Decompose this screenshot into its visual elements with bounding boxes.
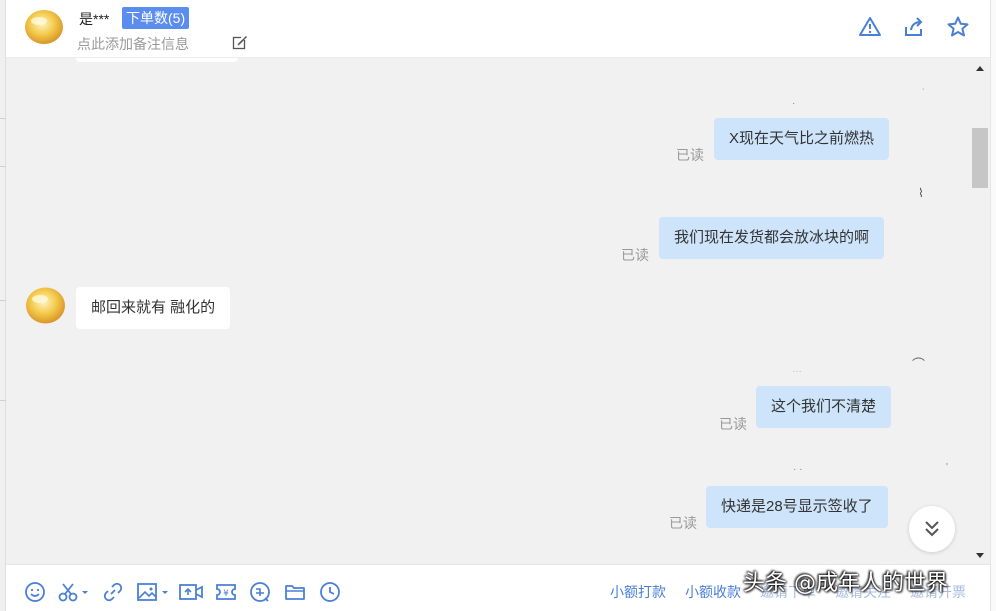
previous-message-bubble — [76, 58, 238, 62]
read-status: 已读 — [669, 515, 697, 531]
emoji-icon[interactable] — [24, 581, 46, 603]
scissors-icon[interactable] — [58, 581, 90, 603]
scroll-thumb[interactable] — [972, 128, 988, 188]
contact-avatar[interactable] — [24, 8, 64, 46]
read-status: 已读 — [719, 416, 747, 432]
clock-icon[interactable] — [319, 581, 341, 603]
right-panel-edge — [990, 0, 996, 611]
remark-input[interactable]: 点此添加备注信息 — [77, 34, 189, 54]
star-icon[interactable] — [946, 15, 970, 39]
folder-icon[interactable] — [284, 581, 306, 603]
scroll-down-arrow[interactable] — [976, 553, 984, 558]
message-bubble: X现在天气比之前燃热 — [714, 118, 890, 160]
warning-icon[interactable] — [858, 15, 882, 39]
small-collection-link[interactable]: 小额收款 — [685, 582, 741, 602]
svg-text:¥: ¥ — [223, 589, 229, 599]
message-bubble: 快递是28号显示签收了 — [706, 486, 888, 528]
read-status: 已读 — [676, 147, 704, 163]
refund-icon[interactable] — [249, 581, 271, 603]
share-icon[interactable] — [902, 15, 926, 39]
scroll-to-bottom-button[interactable] — [909, 506, 955, 552]
watermark-text: 头条 @成年人的世界 — [743, 571, 948, 596]
double-chevron-down-icon — [925, 521, 939, 537]
contact-name: 是*** — [79, 11, 110, 27]
scroll-up-arrow[interactable] — [976, 66, 984, 71]
contact-avatar — [26, 287, 65, 324]
link-icon[interactable] — [102, 581, 124, 603]
message-bubble: 邮回来就有 融化的 — [76, 287, 231, 329]
order-count-badge[interactable]: 下单数(5) — [122, 7, 190, 29]
video-icon[interactable] — [178, 581, 204, 603]
small-payment-link[interactable]: 小额打款 — [610, 582, 666, 602]
message-bubble: 我们现在发货都会放冰块的啊 — [659, 217, 885, 259]
read-status: 已读 — [621, 247, 649, 263]
image-icon[interactable] — [136, 581, 170, 603]
chat-header: 是*** 下单数(5) 点此添加备注信息 — [6, 0, 996, 58]
edit-icon[interactable] — [232, 35, 248, 51]
message-bubble: 这个我们不清楚 — [756, 386, 892, 428]
message-list: · ˙ 已读 X现在天气比之前燃热 ⌇ 已读 我们现在发货都会放冰块的啊 邮回来… — [6, 58, 990, 564]
chat-scrollbar[interactable] — [970, 58, 990, 564]
coupon-icon[interactable]: ¥ — [215, 581, 237, 603]
